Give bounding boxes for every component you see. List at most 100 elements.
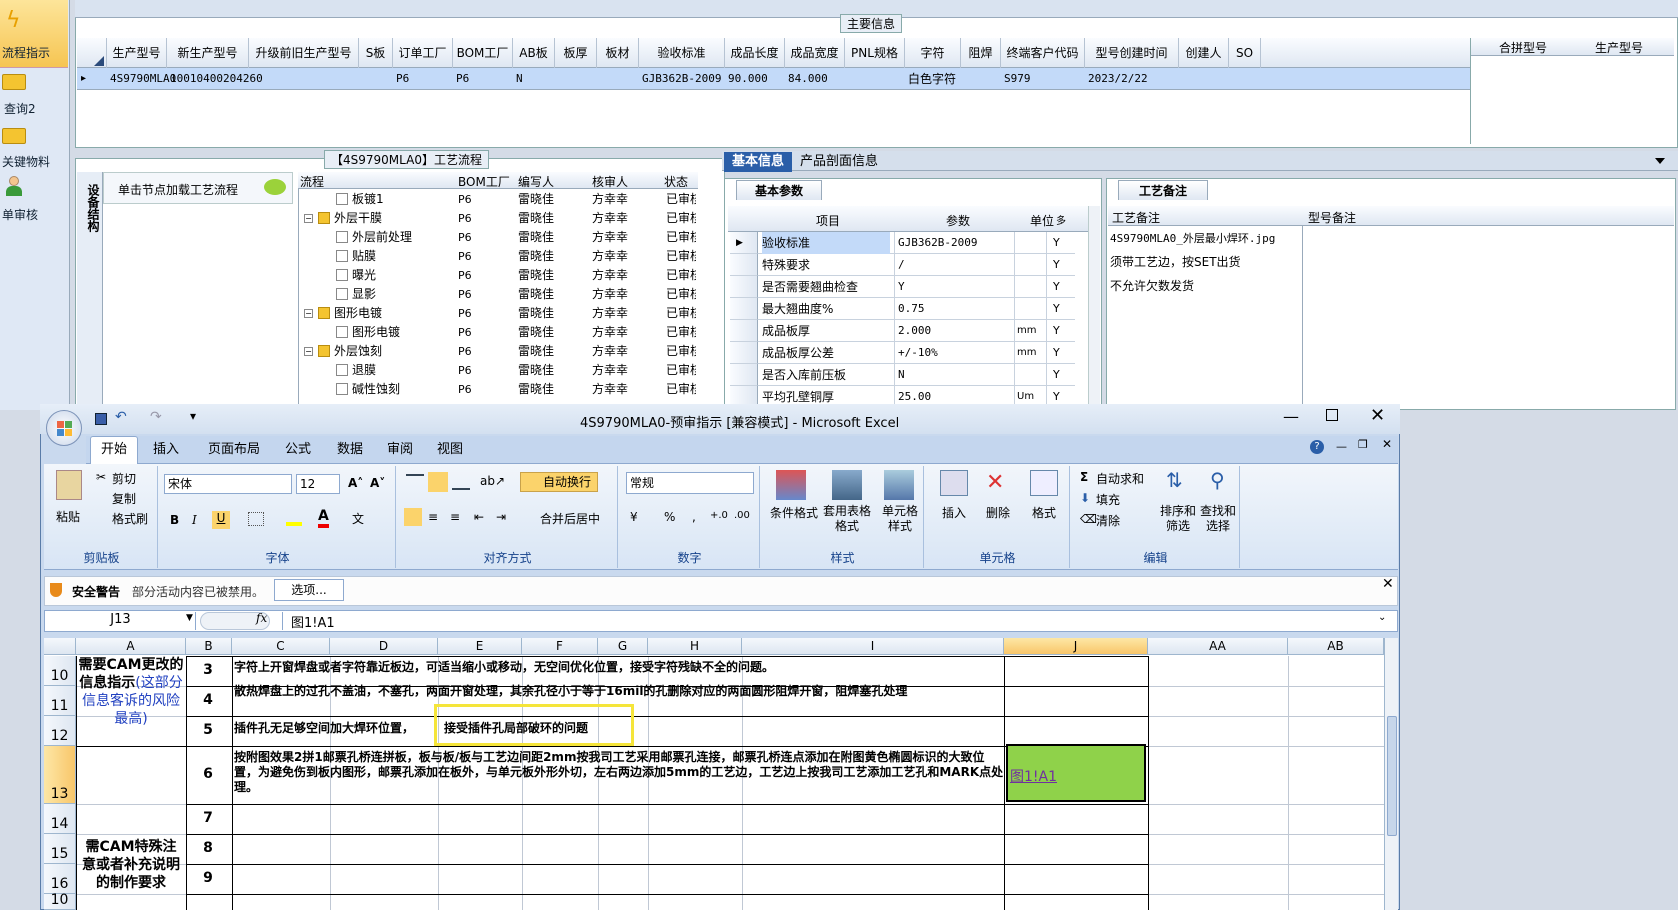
param-row-header[interactable]	[730, 298, 758, 320]
row-header-10[interactable]: 10	[44, 893, 76, 910]
tree-col-flow[interactable]: 流程	[300, 173, 324, 190]
office-button[interactable]	[46, 410, 82, 446]
border-icon[interactable]	[248, 512, 264, 526]
collapse-icon[interactable]: −	[304, 309, 313, 318]
params-col-flag[interactable]: 多	[1056, 212, 1066, 227]
grid-col-17[interactable]: 型号创建时间	[1085, 38, 1179, 68]
tree-col-writer[interactable]: 编写人	[518, 173, 554, 190]
cell-B10[interactable]: 3	[186, 662, 230, 678]
format-cells-button[interactable]: 格式	[1032, 504, 1056, 521]
tab-process-remark[interactable]: 工艺备注	[1118, 180, 1208, 200]
param-value[interactable]: /	[894, 254, 1012, 276]
grid-cell-7[interactable]: N	[516, 68, 554, 90]
font-grow-icon[interactable]: A˄	[348, 476, 363, 490]
increase-decimal-icon[interactable]: +.0	[710, 510, 728, 521]
bold-icon[interactable]: B	[170, 513, 179, 527]
param-row-header[interactable]	[730, 276, 758, 298]
param-value[interactable]: Y	[894, 276, 1012, 298]
paste-button[interactable]: 粘贴	[56, 508, 80, 525]
tree-node[interactable]: 贴膜	[352, 247, 376, 266]
tree-col-reviewer[interactable]: 核审人	[592, 173, 628, 190]
cell-J13-link[interactable]: 图1!A1	[1010, 766, 1057, 786]
tree-node[interactable]: 图形电镀	[334, 304, 382, 323]
grid-cell-12[interactable]: 84.000	[788, 68, 844, 90]
grid-col-5[interactable]: 订单工厂	[393, 38, 453, 68]
row-header-12[interactable]: 12	[44, 716, 76, 746]
tree-node[interactable]: 外层前处理	[352, 228, 412, 247]
col-header-G[interactable]: G	[598, 638, 648, 655]
sheet-vscrollbar[interactable]	[1384, 638, 1398, 910]
security-options-button[interactable]: 选项...	[274, 579, 344, 601]
save-icon[interactable]	[95, 413, 107, 425]
grid-cell-2[interactable]: 10010400204260	[170, 68, 263, 90]
autosum-button[interactable]: 自动求和	[1096, 470, 1144, 487]
grid-col-2[interactable]: 新生产型号	[167, 38, 249, 68]
grid-col-15[interactable]: 阻焊	[961, 38, 1001, 68]
name-box-dropdown-icon[interactable]: ▼	[186, 613, 193, 623]
grid-col-7[interactable]: AB板	[513, 38, 555, 68]
grid-col-14[interactable]: 字符	[905, 38, 961, 68]
cell-B12[interactable]: 5	[186, 722, 230, 738]
minimize-icon[interactable]: —	[1283, 407, 1299, 426]
tree-node[interactable]: 板镀1	[352, 190, 384, 209]
font-color-icon[interactable]: A	[318, 508, 329, 528]
param-value[interactable]: N	[894, 364, 1012, 386]
number-format-select[interactable]: 常规	[626, 472, 754, 494]
col-header-A[interactable]: A	[76, 638, 186, 655]
close-icon[interactable]: ✕	[1370, 405, 1385, 426]
tree-node[interactable]: 外层干膜	[334, 209, 382, 228]
tree-col-bom[interactable]: BOM工厂	[458, 173, 510, 190]
tab-view[interactable]: 视图	[430, 438, 470, 462]
tree-col-status[interactable]: 状态	[664, 173, 694, 190]
nav-item-query2[interactable]: 查询2	[4, 100, 72, 117]
font-size-select[interactable]: 12	[296, 474, 340, 494]
tree-node[interactable]: 碱性蚀刻	[352, 380, 400, 399]
help-icon[interactable]: ?	[1310, 440, 1324, 454]
undo-icon[interactable]: ↶	[115, 409, 127, 425]
tab-home[interactable]: 开始	[92, 438, 136, 462]
param-row-header[interactable]: ▶	[730, 232, 758, 254]
col-header-J[interactable]: J	[1004, 638, 1148, 655]
cell-styles-icon[interactable]	[884, 470, 914, 500]
ribbon-restore-icon[interactable]: ❐	[1358, 438, 1368, 451]
nav-item-flow[interactable]: 流程指示	[2, 44, 70, 61]
delete-cells-icon[interactable]: ✕	[986, 470, 1004, 495]
param-row-header[interactable]	[730, 342, 758, 364]
table-format-button[interactable]: 套用表格格式	[820, 504, 874, 534]
scrollbar-thumb[interactable]	[1387, 716, 1397, 836]
find-select-icon[interactable]: ⚲	[1210, 468, 1225, 492]
align-right-icon[interactable]: ≡	[450, 510, 460, 524]
params-scrollbar[interactable]	[1088, 206, 1100, 406]
subtab-basic-params[interactable]: 基本参数	[736, 180, 822, 200]
cell-C12[interactable]: 插件孔无足够空间加大焊环位置，	[234, 721, 434, 736]
collapse-icon[interactable]: −	[304, 214, 313, 223]
param-value[interactable]: 2.000	[894, 320, 1012, 342]
collapse-icon[interactable]: −	[304, 347, 313, 356]
col-header-D[interactable]: D	[330, 638, 438, 655]
params-col-unit[interactable]: 单位	[1030, 212, 1054, 229]
grid-col-1[interactable]: 生产型号	[107, 38, 167, 68]
autosum-icon[interactable]: Σ	[1080, 470, 1088, 484]
security-close-icon[interactable]: ✕	[1382, 576, 1394, 592]
cell-C12-note[interactable]: 接受插件孔局部破环的问题	[444, 721, 588, 736]
merge-center-button[interactable]: 合并后居中	[540, 510, 600, 527]
redo-icon[interactable]: ↷	[150, 409, 162, 425]
tree-node[interactable]: 图形电镀	[352, 323, 400, 342]
tab-formulas[interactable]: 公式	[278, 438, 318, 462]
cell-B14[interactable]: 7	[186, 810, 230, 826]
grid-cell-5[interactable]: P6	[396, 68, 452, 90]
col-header-F[interactable]: F	[522, 638, 598, 655]
align-middle-icon[interactable]	[428, 472, 448, 492]
find-select-button[interactable]: 查找和选择	[1200, 504, 1236, 534]
tree-node[interactable]: 显影	[352, 285, 376, 304]
chevron-down-icon[interactable]	[1655, 158, 1665, 164]
grid-cell-17[interactable]: 2023/2/22	[1088, 68, 1178, 90]
ribbon-close-icon[interactable]: ✕	[1382, 437, 1392, 451]
cell-B16[interactable]: 9	[186, 870, 230, 886]
fill-color-icon[interactable]	[286, 512, 302, 526]
grid-col-11[interactable]: 成品长度	[725, 38, 785, 68]
clear-button[interactable]: 清除	[1096, 512, 1120, 529]
cell-B15[interactable]: 8	[186, 840, 230, 856]
select-all-corner[interactable]	[44, 638, 76, 655]
tab-review[interactable]: 审阅	[380, 438, 420, 462]
